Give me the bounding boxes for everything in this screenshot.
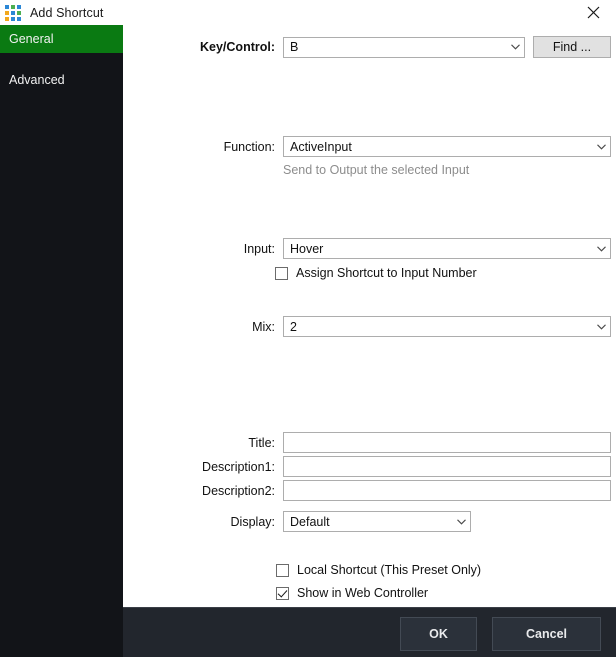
key-control-label: Key/Control: [200, 40, 275, 54]
chevron-down-icon [507, 44, 524, 50]
description1-label: Description1: [202, 459, 275, 474]
dialog-footer: OK Cancel [123, 607, 616, 657]
function-value: ActiveInput [290, 139, 352, 154]
mix-label: Mix: [252, 319, 275, 334]
display-select[interactable]: Default [283, 511, 471, 532]
mix-select[interactable]: 2 [283, 316, 611, 337]
key-control-value: B [290, 40, 299, 54]
title-label: Title: [248, 435, 275, 450]
find-button[interactable]: Find ... [533, 36, 611, 58]
description2-row: Description2: [123, 480, 616, 501]
checkbox-box [276, 563, 289, 577]
windows-grid-icon [5, 4, 21, 21]
mix-value: 2 [290, 319, 297, 334]
display-row: Display: Default [123, 511, 616, 532]
chevron-down-icon [453, 518, 470, 525]
input-select[interactable]: Hover [283, 238, 611, 259]
window-title: Add Shortcut [30, 5, 104, 20]
title-row: Title: [123, 432, 616, 453]
settings-panel: Key/Control: B Find ... Function: Active… [123, 25, 616, 607]
input-value: Hover [290, 241, 324, 256]
close-icon[interactable] [571, 0, 616, 25]
key-control-row: Key/Control: B Find ... [123, 36, 616, 58]
chevron-down-icon [593, 245, 610, 252]
checkbox-box [276, 586, 289, 600]
display-label: Display: [230, 514, 275, 529]
input-row: Input: Hover [123, 238, 616, 259]
function-select[interactable]: ActiveInput [283, 136, 611, 157]
sidebar: General Advanced [0, 25, 123, 657]
description2-input[interactable] [283, 480, 611, 501]
assign-shortcut-label: Assign Shortcut to Input Number [296, 266, 477, 280]
title-input[interactable] [283, 432, 611, 453]
function-row: Function: ActiveInput [123, 136, 616, 157]
description1-row: Description1: [123, 456, 616, 477]
checkbox-box [275, 266, 288, 280]
add-shortcut-dialog: Add Shortcut General Advanced Key/Contro… [0, 0, 616, 657]
mix-row: Mix: 2 [123, 316, 616, 337]
chevron-down-icon [593, 143, 610, 150]
local-shortcut-label: Local Shortcut (This Preset Only) [297, 563, 482, 577]
web-controller-label: Show in Web Controller [297, 586, 429, 600]
cancel-button[interactable]: Cancel [492, 617, 601, 651]
sidebar-item-general[interactable]: General [0, 25, 123, 53]
description1-input[interactable] [283, 456, 611, 477]
web-controller-checkbox[interactable]: Show in Web Controller [276, 586, 428, 600]
title-bar: Add Shortcut [0, 0, 616, 25]
key-control-select[interactable]: B [283, 36, 525, 58]
assign-shortcut-checkbox[interactable]: Assign Shortcut to Input Number [275, 266, 477, 280]
local-shortcut-checkbox[interactable]: Local Shortcut (This Preset Only) [276, 563, 481, 577]
ok-button[interactable]: OK [400, 617, 477, 651]
sidebar-item-label: General [9, 32, 54, 46]
function-label: Function: [223, 139, 275, 154]
function-hint: Send to Output the selected Input [283, 163, 470, 177]
display-value: Default [290, 514, 330, 529]
sidebar-item-label: Advanced [9, 73, 65, 87]
chevron-down-icon [593, 323, 610, 330]
input-label: Input: [243, 241, 275, 256]
sidebar-item-advanced[interactable]: Advanced [0, 66, 123, 94]
description2-label: Description2: [202, 483, 275, 498]
